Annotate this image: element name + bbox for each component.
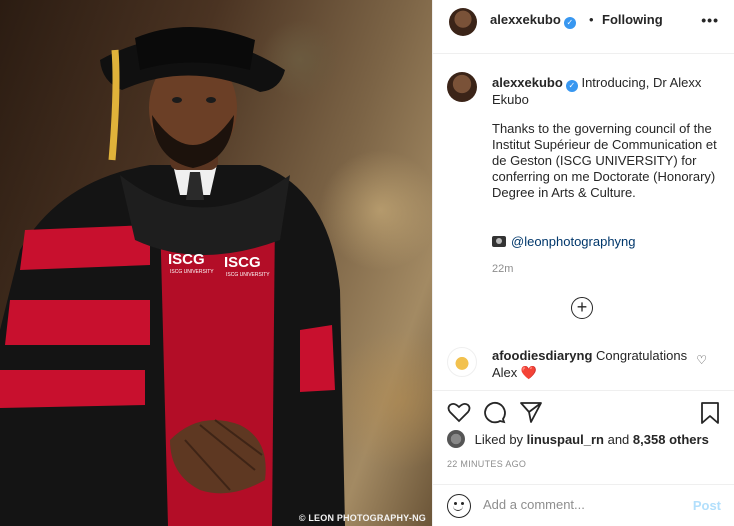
header-username[interactable]: alexxekubo ✓ [490,12,576,29]
likes-joiner: and [607,432,630,447]
caption-time: 22m [492,263,514,275]
verified-icon: ✓ [563,17,576,29]
likes-prefix: Liked by [474,432,524,447]
comment-input[interactable] [483,497,683,512]
likes-row: Liked by linuspaul_rn and 8,358 others [447,430,709,452]
commenter-username[interactable]: afoodiesdiaryng [492,348,592,363]
comment-item: afoodiesdiaryng Congratulations Alex ❤️ … [433,340,734,388]
caption-head: alexxekubo ✓ Introducing, Dr Alexx Ekubo [492,75,720,108]
camera-icon [492,236,506,247]
post-panel: alexxekubo ✓ • Following ••• alexxekubo ✓ … [432,0,734,526]
badge-right: ISCG [224,254,261,271]
badge-left-sub: ISCG UNIVERSITY [170,269,214,275]
photo-credit: © LEON PHOTOGRAPHY-NG [298,513,426,523]
caption-link-row: @leonphotographyng [492,234,636,249]
liker-username[interactable]: linuspaul_rn [527,432,604,447]
caption-username[interactable]: alexxekubo [492,75,563,90]
graduate-portrait: ISCG ISCG ISCG UNIVERSITY ISCG UNIVERSIT… [0,26,345,526]
more-dots-icon[interactable]: ••• [701,13,719,27]
commenter-avatar[interactable] [447,347,477,377]
comment-text: afoodiesdiaryng Congratulations Alex ❤️ [492,347,692,381]
post-timestamp: 22 MINUTES AGO [447,459,527,469]
likes-others[interactable]: 8,358 others [633,432,709,447]
emoji-icon[interactable] [447,494,471,518]
badge-left: ISCG [168,251,205,268]
post-button[interactable]: Post [693,498,721,513]
photographer-link[interactable]: @leonphotographyng [511,234,636,249]
caption-body: Thanks to the governing council of the I… [492,121,717,200]
comment-icon[interactable] [483,401,507,425]
liker-avatar[interactable] [447,430,465,448]
load-more-comments-icon[interactable]: + [571,297,593,319]
verified-icon: ✓ [565,80,578,92]
caption: alexxekubo ✓ Introducing, Dr Alexx Ekubo … [433,54,734,334]
post-photo[interactable]: ISCG ISCG ISCG UNIVERSITY ISCG UNIVERSIT… [0,0,432,526]
share-icon[interactable] [519,401,543,423]
heart-emoji: ❤️ [520,365,538,380]
action-bar [433,390,734,430]
heart-icon[interactable] [447,401,471,423]
bookmark-icon[interactable] [699,401,721,425]
following-button[interactable]: Following [602,12,663,27]
caption-avatar[interactable] [447,72,477,102]
separator-dot: • [589,12,594,27]
comment-like-icon[interactable]: ♡ [696,353,707,367]
badge-right-sub: ISCG UNIVERSITY [226,272,270,278]
add-comment-bar: Post [433,484,734,526]
post-header: alexxekubo ✓ • Following ••• [433,0,734,54]
avatar[interactable] [449,8,477,36]
